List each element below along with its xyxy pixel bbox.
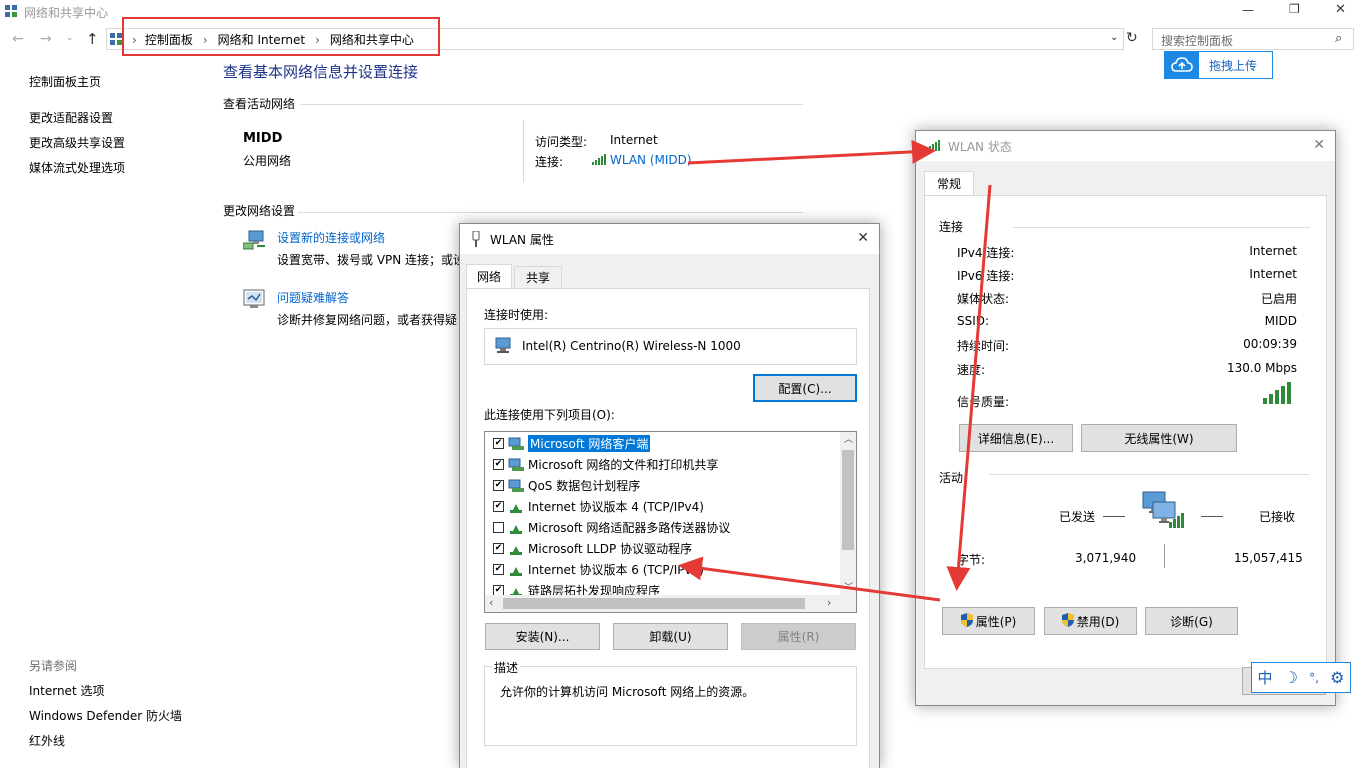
annotation-arrows [678, 139, 992, 602]
arrow-to-status [687, 139, 936, 165]
arrow-to-properties [946, 184, 992, 591]
tab-general[interactable]: 常规 [924, 171, 974, 195]
arrow-to-ipv6 [678, 556, 941, 602]
tab-network[interactable]: 网络 [466, 264, 512, 288]
